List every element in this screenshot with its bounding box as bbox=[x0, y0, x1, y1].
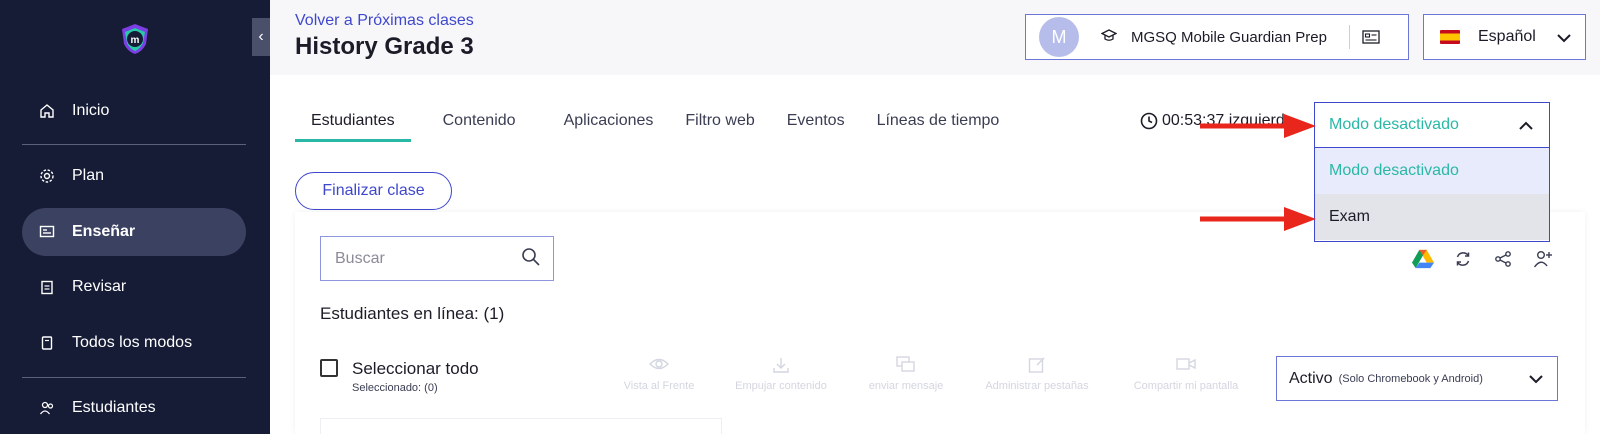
gear-icon bbox=[38, 167, 56, 185]
tab-filtro-web[interactable]: Filtro web bbox=[685, 108, 754, 142]
tab-lineas-de-tiempo[interactable]: Líneas de tiempo bbox=[877, 108, 1000, 142]
sidebar-item-todos-los-modos[interactable]: Todos los modos bbox=[22, 319, 246, 367]
graduation-cap-icon bbox=[1100, 28, 1118, 46]
id-card-icon[interactable] bbox=[1362, 29, 1380, 45]
sidebar-item-label: Estudiantes bbox=[72, 399, 156, 416]
mode-dropdown-menu: Modo desactivado Exam bbox=[1314, 148, 1550, 242]
mode-option-off[interactable]: Modo desactivado bbox=[1315, 148, 1549, 194]
mode-select[interactable]: Modo desactivado bbox=[1314, 102, 1550, 148]
divider bbox=[1348, 25, 1350, 49]
panel-toolbar bbox=[1412, 248, 1554, 270]
sidebar-divider bbox=[22, 377, 246, 378]
teach-board-icon bbox=[38, 223, 56, 241]
google-drive-icon[interactable] bbox=[1412, 248, 1434, 270]
status-filter-select[interactable]: Activo (Solo Chromebook y Android) bbox=[1276, 356, 1558, 401]
selected-count: Seleccionado: (0) bbox=[352, 382, 438, 394]
sidebar-item-label: Inicio bbox=[72, 102, 110, 119]
tab-contenido[interactable]: Contenido bbox=[443, 108, 532, 142]
action-label: enviar mensaje bbox=[868, 380, 944, 392]
clock-icon bbox=[1140, 112, 1158, 130]
sidebar-item-label: Todos los modos bbox=[72, 334, 193, 351]
share-icon[interactable] bbox=[1492, 248, 1514, 270]
page-title: History Grade 3 bbox=[295, 33, 474, 60]
avatar: M bbox=[1039, 17, 1079, 57]
eye-icon bbox=[599, 356, 719, 376]
home-icon bbox=[38, 102, 56, 120]
back-to-upcoming-classes-link[interactable]: Volver a Próximas clases bbox=[295, 12, 474, 30]
sidebar-item-label: Enseñar bbox=[72, 223, 136, 240]
mode-option-exam[interactable]: Exam bbox=[1315, 194, 1549, 240]
action-label: Vista al Frente bbox=[623, 380, 695, 392]
student-card[interactable] bbox=[320, 418, 722, 434]
students-icon bbox=[38, 399, 56, 417]
sidebar-item-label: Revisar bbox=[72, 278, 127, 295]
students-online-count: Estudiantes en línea: (1) bbox=[320, 304, 505, 323]
sidebar-divider bbox=[22, 144, 246, 145]
language-selector[interactable]: Español bbox=[1423, 14, 1586, 60]
school-name: MGSQ Mobile Guardian Prep bbox=[1131, 28, 1327, 46]
edit-tab-icon bbox=[977, 356, 1097, 376]
add-student-icon[interactable] bbox=[1532, 248, 1554, 270]
tab-estudiantes[interactable]: Estudiantes bbox=[295, 108, 411, 142]
sidebar-item-estudiantes[interactable]: Estudiantes bbox=[22, 384, 246, 432]
search-field[interactable] bbox=[320, 236, 554, 281]
chevron-up-icon bbox=[1519, 121, 1533, 130]
video-icon bbox=[1126, 356, 1246, 376]
chevron-down-icon bbox=[1529, 375, 1543, 384]
annotation-arrow-icon bbox=[1200, 114, 1316, 138]
select-all-checkbox[interactable] bbox=[320, 359, 338, 377]
status-filter-note: (Solo Chromebook y Android) bbox=[1338, 372, 1483, 385]
action-label: Administrar pestañas bbox=[985, 380, 1089, 392]
manage-tabs-action[interactable]: Administrar pestañas bbox=[977, 356, 1097, 392]
action-label: Empujar contenido bbox=[735, 380, 827, 392]
tab-aplicaciones[interactable]: Aplicaciones bbox=[564, 108, 654, 142]
sidebar-item-revisar[interactable]: Revisar bbox=[22, 263, 246, 311]
view-screen-action[interactable]: Vista al Frente bbox=[599, 356, 719, 392]
sidebar-item-ensenar[interactable]: Enseñar bbox=[22, 208, 246, 256]
spain-flag-icon bbox=[1440, 30, 1460, 44]
end-class-button[interactable]: Finalizar clase bbox=[295, 172, 452, 210]
refresh-icon[interactable] bbox=[1452, 248, 1474, 270]
status-filter-value: Activo bbox=[1289, 369, 1333, 387]
collapse-sidebar-button[interactable]: ‹ bbox=[252, 18, 270, 56]
mobile-guardian-logo: m bbox=[122, 24, 148, 54]
chevron-down-icon bbox=[1557, 34, 1571, 43]
book-icon bbox=[38, 334, 56, 352]
mode-select-value: Modo desactivado bbox=[1329, 116, 1459, 133]
sidebar-item-plan[interactable]: Plan bbox=[22, 152, 246, 200]
message-icon bbox=[846, 356, 966, 376]
search-input[interactable] bbox=[321, 237, 511, 280]
share-screen-action[interactable]: Compartir mi pantalla bbox=[1126, 356, 1246, 392]
sidebar-item-inicio[interactable]: Inicio bbox=[22, 87, 246, 135]
annotation-arrow-icon bbox=[1200, 207, 1316, 231]
push-content-action[interactable]: Empujar contenido bbox=[721, 356, 841, 392]
action-label: Compartir mi pantalla bbox=[1133, 380, 1239, 392]
select-all-label[interactable]: Seleccionar todo bbox=[352, 359, 479, 379]
school-selector[interactable]: M MGSQ Mobile Guardian Prep bbox=[1025, 14, 1409, 60]
svg-text:m: m bbox=[131, 35, 140, 46]
language-label: Español bbox=[1478, 28, 1536, 45]
clipboard-icon bbox=[38, 278, 56, 296]
tab-eventos[interactable]: Eventos bbox=[787, 108, 845, 142]
search-icon[interactable] bbox=[521, 247, 541, 267]
download-icon bbox=[721, 356, 841, 376]
sidebar: m ‹ Inicio Plan Enseñar Revisar Todos lo… bbox=[0, 0, 270, 434]
send-message-action[interactable]: enviar mensaje bbox=[846, 356, 966, 392]
class-tabs: Estudiantes Contenido Aplicaciones Filtr… bbox=[295, 108, 1031, 142]
sidebar-item-label: Plan bbox=[72, 167, 105, 184]
